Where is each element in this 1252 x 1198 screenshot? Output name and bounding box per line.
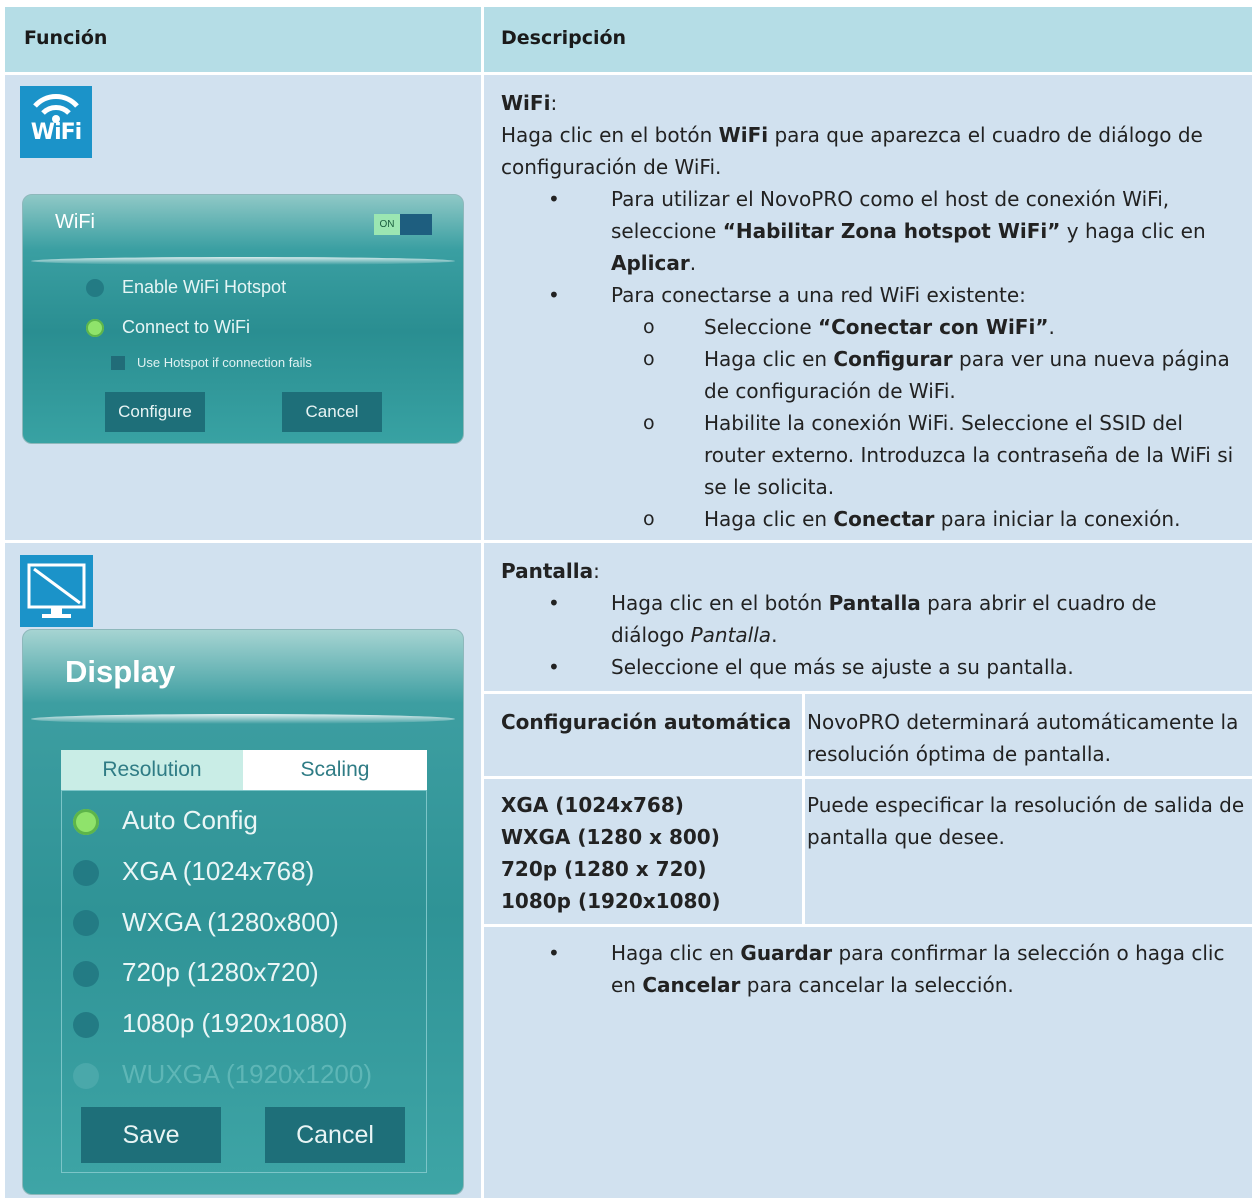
display-bullet-open: Haga clic en el botón Pantalla para abri… (501, 587, 1181, 651)
wxga-radio[interactable] (73, 910, 99, 936)
1080p-option: 1080p (1920x1080) (122, 1008, 348, 1038)
xga-radio[interactable] (73, 860, 99, 886)
resolution-xga: XGA (1024x768) (501, 793, 684, 817)
wifi-sub-connect: Haga clic en Conectar para iniciar la co… (501, 503, 1241, 535)
wifi-dialog-divider (31, 257, 455, 265)
enable-hotspot-radio[interactable] (86, 279, 104, 297)
display-dialog-title: Display (65, 654, 176, 689)
720p-option: 720p (1280x720) (122, 957, 319, 987)
wifi-bullet-hotspot: Para utilizar el NovoPRO como el host de… (501, 183, 1231, 279)
auto-config-label: Configuración automática (501, 710, 792, 734)
display-cancel-button[interactable]: Cancel (265, 1107, 405, 1163)
tab-resolution[interactable]: Resolution (61, 750, 243, 790)
auto-config-desc: NovoPRO determinará automáticamente la r… (807, 710, 1239, 766)
wifi-icon-label: WiFi (30, 120, 82, 145)
resolutions-label-cell: XGA (1024x768) WXGA (1280 x 800) 720p (1… (484, 779, 802, 924)
display-description-cell: Pantalla: Haga clic en el botón Pantalla… (484, 543, 1252, 691)
wifi-sub-enable: Habilite la conexión WiFi. Seleccione el… (501, 407, 1246, 503)
header-function-cell: Función (5, 7, 481, 72)
tab-scaling[interactable]: Scaling (243, 750, 427, 790)
configure-button[interactable]: Configure (105, 392, 205, 432)
wuxga-option: WUXGA (1920x1200) (122, 1059, 373, 1089)
wifi-toggle-label: ON (374, 214, 400, 235)
wifi-sub-select: Seleccione “Conectar con WiFi”. (501, 311, 1241, 343)
wifi-intro: Haga clic en el botón WiFi para que apar… (501, 123, 1203, 179)
use-hotspot-label: Use Hotspot if connection fails (137, 355, 312, 370)
wuxga-radio (73, 1063, 99, 1089)
use-hotspot-checkbox[interactable] (111, 356, 125, 370)
display-bullet-select: Seleccione el que más se ajuste a su pan… (501, 651, 1241, 683)
wifi-sub-configure: Haga clic en Configurar para ver una nue… (501, 343, 1241, 407)
header-description: Descripción (501, 27, 627, 49)
display-icon (20, 555, 93, 627)
wifi-bullet-connect: Para conectarse a una red WiFi existente… (501, 279, 1241, 311)
resolutions-desc-cell: Puede especificar la resolución de salid… (805, 779, 1252, 924)
wifi-description-cell: WiFi: Haga clic en el botón WiFi para qu… (484, 75, 1252, 540)
resolutions-desc: Puede especificar la resolución de salid… (807, 793, 1245, 849)
display-dialog: Display Resolution Scaling Auto Config X… (22, 629, 464, 1195)
wifi-heading: WiFi: (501, 91, 558, 115)
wifi-dialog: WiFi ON Enable WiFi Hotspot Connect to W… (22, 194, 464, 444)
wifi-dialog-title: WiFi (55, 211, 95, 233)
connect-wifi-label: Connect to WiFi (122, 317, 251, 337)
display-tabs: Resolution Scaling (61, 750, 427, 790)
resolution-1080p: 1080p (1920x1080) (501, 889, 721, 913)
resolution-wxga: WXGA (1280 x 800) (501, 825, 720, 849)
resolutions-labels: XGA (1024x768) WXGA (1280 x 800) 720p (1… (501, 789, 720, 917)
display-bullet-save: Haga clic en Guardar para confirmar la s… (501, 937, 1236, 1001)
auto-config-label-cell: Configuración automática (484, 694, 802, 776)
display-dialog-divider (31, 714, 455, 724)
wifi-cancel-button[interactable]: Cancel (282, 392, 382, 432)
xga-option: XGA (1024x768) (122, 856, 315, 886)
enable-hotspot-label: Enable WiFi Hotspot (122, 277, 287, 297)
display-save-cell: Haga clic en Guardar para confirmar la s… (484, 927, 1252, 1198)
header-description-cell: Descripción (484, 7, 1252, 72)
wxga-option: WXGA (1280x800) (122, 907, 339, 937)
1080p-radio[interactable] (73, 1012, 99, 1038)
connect-wifi-radio[interactable] (86, 319, 104, 337)
auto-config-desc-cell: NovoPRO determinará automáticamente la r… (805, 694, 1252, 776)
auto-config-option: Auto Config (122, 805, 258, 835)
save-button[interactable]: Save (81, 1107, 221, 1163)
display-heading: Pantalla: (501, 559, 600, 583)
wifi-icon: WiFi (20, 86, 92, 158)
resolution-720p: 720p (1280 x 720) (501, 857, 707, 881)
720p-radio[interactable] (73, 961, 99, 987)
header-function: Función (24, 27, 108, 49)
auto-config-radio[interactable] (73, 809, 99, 835)
wifi-toggle[interactable]: ON (374, 214, 432, 235)
